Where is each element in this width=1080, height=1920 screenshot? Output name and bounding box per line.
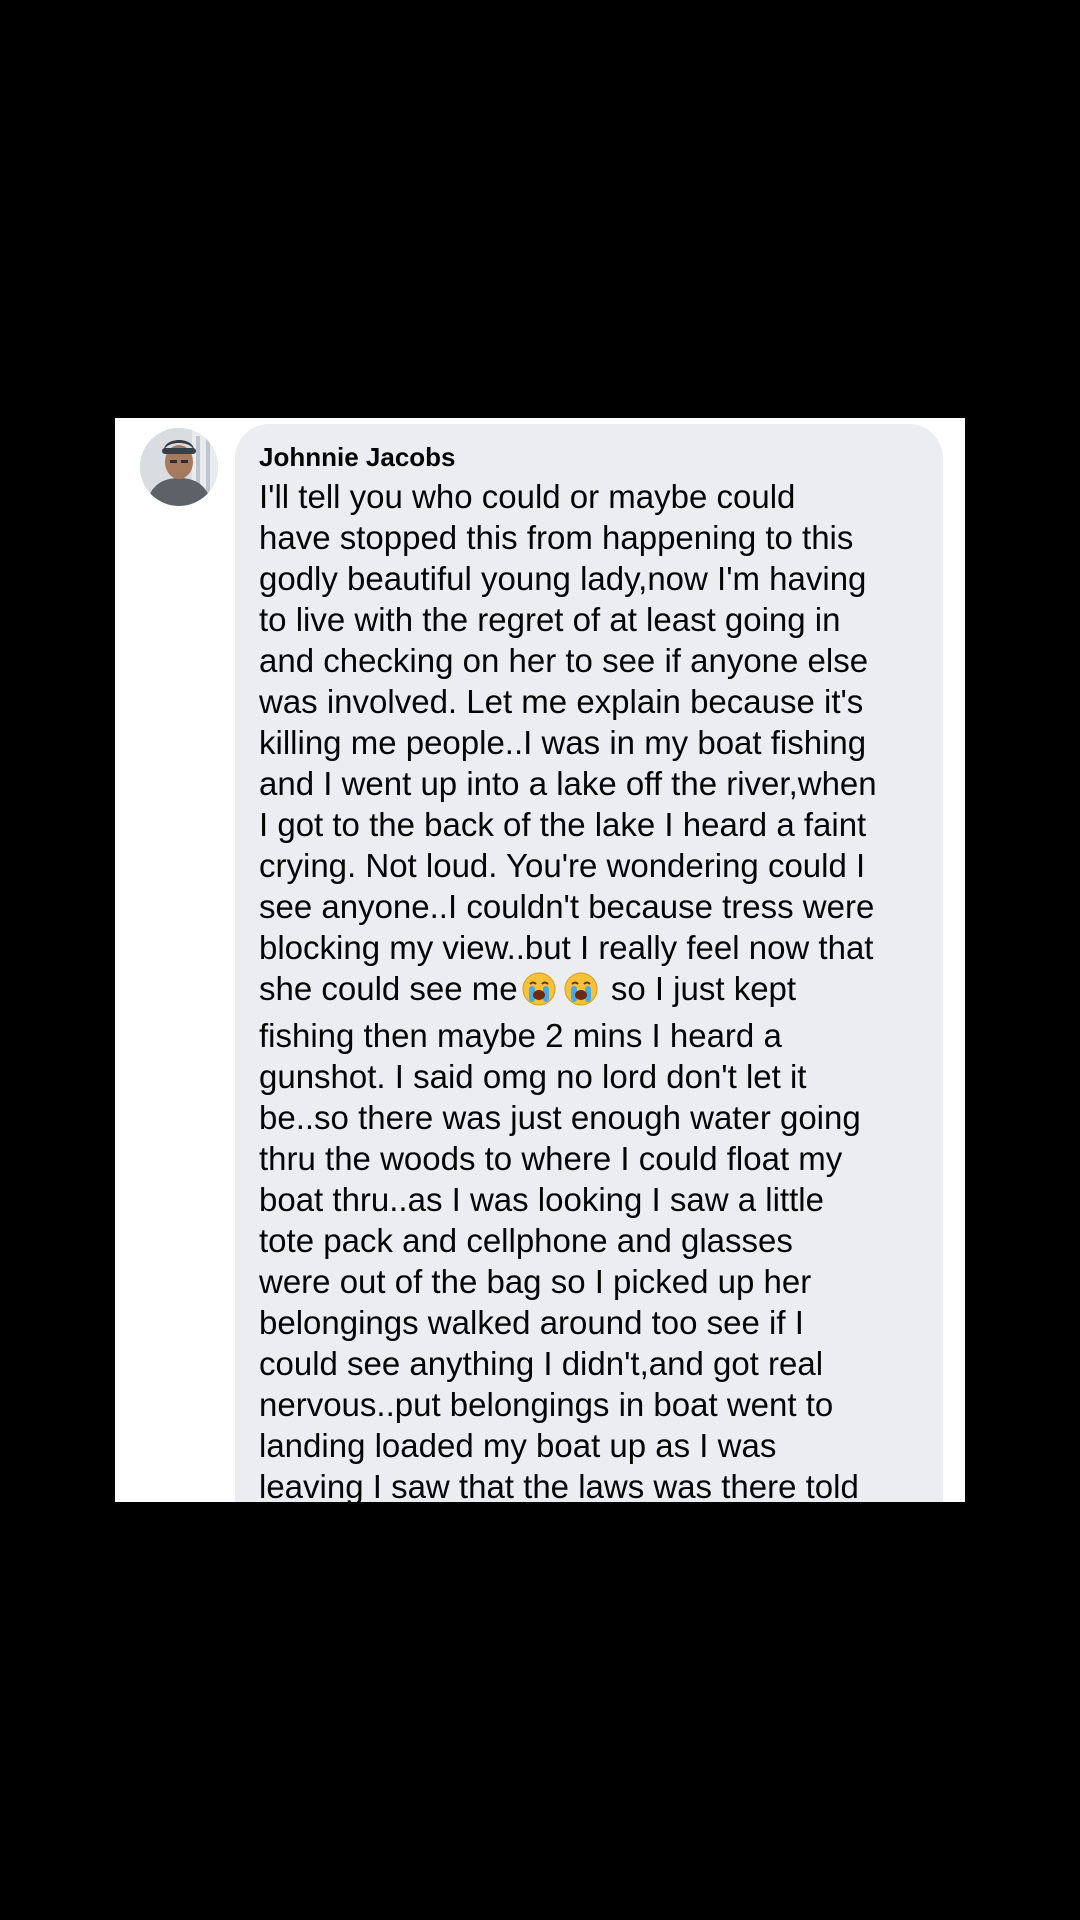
comment-line: nervous..put belongings in boat went to [259, 1386, 834, 1423]
loudly-crying-face-emoji-icon [522, 972, 556, 1015]
comment-line: gunshot. I said omg no lord don't let it [259, 1058, 807, 1095]
loudly-crying-face-emoji-icon [564, 972, 598, 1015]
comment-line: tote pack and cellphone and glasses [259, 1222, 793, 1259]
comment-line: belongings walked around too see if I [259, 1304, 804, 1341]
comment-line: killing me people..I was in my boat fish… [259, 724, 867, 761]
comment-author-name[interactable]: Johnnie Jacobs [259, 442, 923, 472]
comment-line: were out of the bag so I picked up her [259, 1263, 812, 1300]
comment-line-with-emoji: she could see me so I just kept [259, 968, 923, 1015]
comment-line: and checking on her to see if anyone els… [259, 642, 869, 679]
comment-line: to live with the regret of at least goin… [259, 601, 841, 638]
comment-line: fishing then maybe 2 mins I heard a [259, 1017, 782, 1054]
avatar-photo-icon [140, 428, 218, 506]
comment-text: I'll tell you who could or maybe could h… [259, 476, 923, 1502]
comment-line: blocking my view..but I really feel now … [259, 929, 874, 966]
comment-line: see anyone..I couldn't because tress wer… [259, 888, 875, 925]
profile-avatar[interactable] [140, 428, 218, 506]
comment-line: could see anything I didn't,and got real [259, 1345, 824, 1382]
comment-line: landing loaded my boat up as I was [259, 1427, 777, 1464]
emoji-line-end: so I just kept [601, 970, 797, 1007]
comment-line: I'll tell you who could or maybe could [259, 478, 796, 515]
comment-line: crying. Not loud. You're wondering could… [259, 847, 866, 884]
comment-line: I got to the back of the lake I heard a … [259, 806, 867, 843]
comment-bubble: Johnnie Jacobs I'll tell you who could o… [235, 424, 943, 1502]
comment-line: godly beautiful young lady,now I'm havin… [259, 560, 867, 597]
comment-line: and I went up into a lake off the river,… [259, 765, 877, 802]
emoji-line-start: she could see me [259, 970, 518, 1007]
comment-line: leaving I saw that the laws was there to… [259, 1468, 859, 1502]
comment-line: be..so there was just enough water going [259, 1099, 861, 1136]
comment-line: have stopped this from happening to this [259, 519, 854, 556]
comment-line: boat thru..as I was looking I saw a litt… [259, 1181, 824, 1218]
comment-line: thru the woods to where I could float my [259, 1140, 843, 1177]
comment-line: was involved. Let me explain because it'… [259, 683, 864, 720]
comment-screenshot: Johnnie Jacobs I'll tell you who could o… [115, 418, 965, 1502]
